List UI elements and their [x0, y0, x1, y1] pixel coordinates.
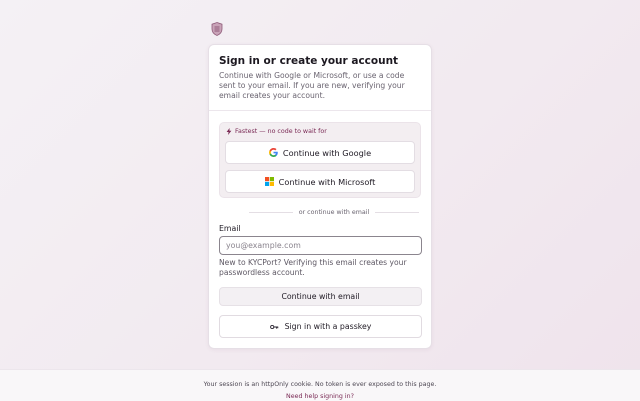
fast-signin-text: Fastest — no code to wait for — [235, 128, 327, 135]
email-hint: New to KYCPort? Verifying this email cre… — [219, 258, 407, 277]
divider: or continue with email — [249, 207, 419, 217]
session-note: Your session is an httpOnly cookie. No t… — [203, 381, 437, 388]
google-icon — [268, 148, 278, 157]
divider-line-right — [375, 211, 419, 213]
fast-signin-label: Fastest — no code to wait for — [226, 128, 327, 135]
passkey-sign-in-button[interactable]: Sign in with a passkey — [219, 315, 422, 338]
email-label: Email — [219, 224, 241, 233]
microsoft-icon — [264, 177, 274, 186]
key-icon — [269, 324, 278, 329]
google-button-label: Continue with Google — [282, 147, 372, 158]
help-link[interactable]: Need help signing in? — [0, 393, 640, 400]
divider-text: or continue with email — [298, 208, 370, 216]
page-title: Sign in or create your account — [219, 55, 399, 67]
footer: Your session is an httpOnly cookie. No t… — [0, 369, 640, 401]
divider-line-left — [249, 211, 293, 213]
passkey-button-label: Sign in with a passkey — [284, 322, 372, 331]
continue-with-email-button[interactable]: Continue with email — [219, 287, 422, 306]
lightning-icon — [226, 128, 232, 135]
shield-logo-icon — [211, 21, 223, 36]
card-header: Sign in or create your account Continue … — [209, 45, 431, 111]
page-subtitle: Continue with Google or Microsoft, or us… — [219, 71, 405, 100]
continue-with-microsoft-button[interactable]: Continue with Microsoft — [225, 170, 415, 193]
fast-signin-section: Fastest — no code to wait for Continue w… — [219, 122, 421, 198]
email-field[interactable] — [219, 236, 422, 255]
continue-with-google-button[interactable]: Continue with Google — [225, 141, 415, 164]
microsoft-button-label: Continue with Microsoft — [278, 176, 376, 187]
sign-in-card: Sign in or create your account Continue … — [208, 44, 432, 349]
